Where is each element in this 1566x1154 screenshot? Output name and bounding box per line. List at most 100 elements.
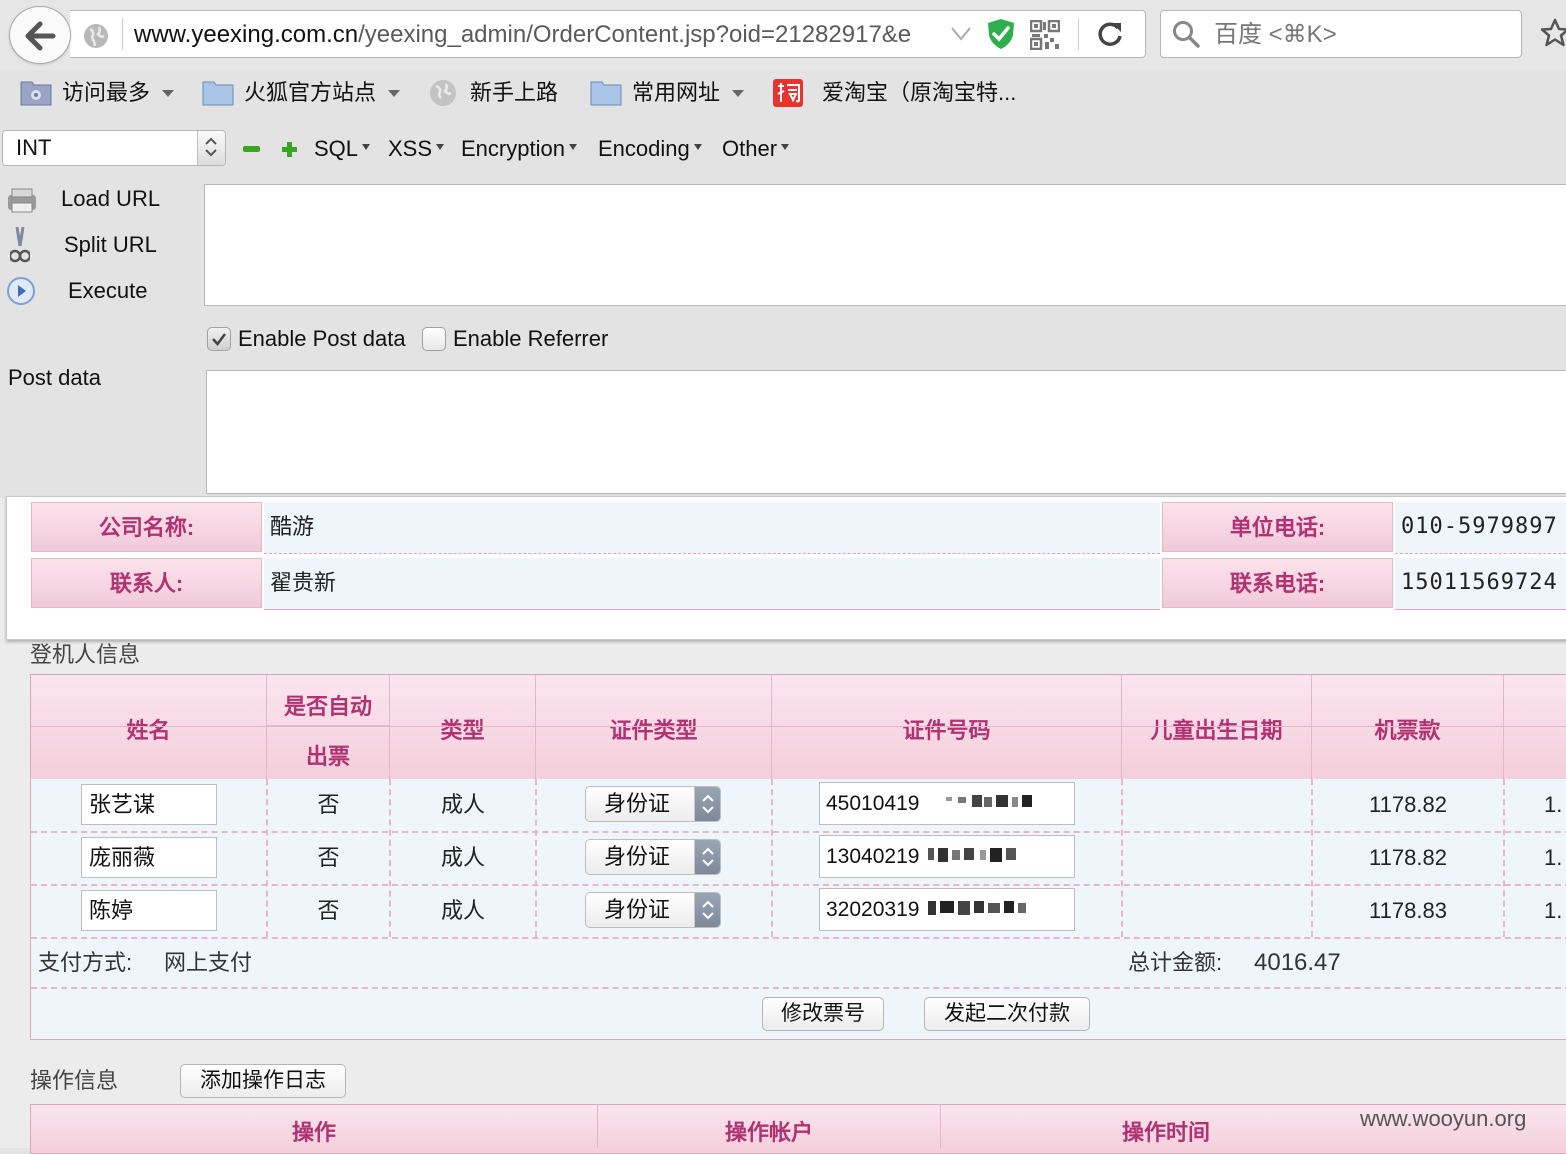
caret-down-icon: [781, 144, 790, 150]
company-phone-value: 010-5979897: [1395, 502, 1566, 554]
url-domain: www.yeexing.com.cn: [134, 21, 359, 48]
load-url-icon[interactable]: [6, 186, 38, 214]
column-divider: [535, 779, 537, 937]
header-operation: 操作: [291, 1120, 336, 1145]
menu-xss[interactable]: XSS: [388, 134, 445, 164]
caret-down-icon: [568, 144, 577, 150]
bookmark-label: 爱淘宝（原淘宝特...: [822, 80, 1017, 105]
payment-method-value: 网上支付: [164, 950, 253, 975]
auto-ticket-value: 否: [317, 792, 340, 817]
bookmark-aitaobao[interactable]: 爱淘宝（原淘宝特...: [772, 76, 1032, 110]
enable-post-label[interactable]: Enable Post data: [238, 325, 406, 353]
menu-encryption[interactable]: Encryption: [461, 134, 577, 164]
passenger-name-input[interactable]: 张艺谋: [81, 784, 217, 825]
post-data-label: Post data: [8, 365, 101, 390]
enable-referrer-label[interactable]: Enable Referrer: [453, 325, 608, 353]
header-type: 类型: [390, 675, 536, 779]
bookmark-common-sites[interactable]: 常用网址: [590, 76, 750, 110]
header-divider: [31, 726, 1566, 727]
bookmark-firefox-sites[interactable]: 火狐官方站点: [202, 76, 402, 110]
menu-encoding[interactable]: Encoding: [598, 134, 702, 164]
url-path: /yeexing_admin/OrderContent.jsp?oid=2128…: [358, 21, 912, 48]
post-data-textarea[interactable]: [206, 370, 1566, 494]
enable-post-checkbox[interactable]: [207, 327, 231, 351]
extra-value: 1.: [1544, 898, 1563, 923]
passenger-name-input[interactable]: 陈婷: [81, 890, 217, 931]
header-operation-time: 操作时间: [1121, 1120, 1210, 1145]
search-placeholder[interactable]: 百度 <⌘K>: [1214, 20, 1337, 50]
bookmark-label: 新手上路: [470, 80, 559, 105]
header-fare: 机票款: [1312, 675, 1504, 779]
bookmark-getting-started[interactable]: 新手上路: [428, 76, 568, 110]
enable-referrer-checkbox[interactable]: [422, 327, 446, 351]
id-number-input[interactable]: 13040219: [819, 835, 1075, 878]
select-stepper[interactable]: [694, 840, 720, 874]
header-id-number: 证件号码: [772, 675, 1122, 779]
chevron-down-icon: [732, 90, 744, 97]
watermark: www.wooyun.org: [1360, 1106, 1527, 1131]
fare-value: 1178.83: [1369, 898, 1447, 923]
id-number-input[interactable]: 45010419: [819, 782, 1075, 825]
second-payment-button[interactable]: 发起二次付款: [924, 997, 1090, 1031]
contact-phone-label: 联系电话:: [1162, 558, 1393, 608]
globe-icon[interactable]: [82, 22, 110, 50]
folder-icon: [202, 81, 234, 106]
redacted-pixelation: [928, 791, 1060, 815]
url-history-dropdown-icon[interactable]: [950, 26, 972, 42]
column-divider: [771, 779, 773, 937]
reload-icon[interactable]: [1096, 20, 1124, 48]
row-divider: [31, 831, 1566, 833]
row-divider: [31, 987, 1566, 989]
back-arrow-icon: [25, 21, 56, 51]
check-icon: [212, 333, 226, 346]
id-type-select[interactable]: 身份证: [585, 892, 721, 928]
passenger-name-input[interactable]: 庞丽薇: [81, 837, 217, 878]
total-amount-label: 总计金额:: [1128, 950, 1223, 975]
chevron-down-icon: [162, 90, 174, 97]
menu-sql[interactable]: SQL: [314, 134, 371, 164]
search-icon[interactable]: [1172, 20, 1200, 48]
menu-other[interactable]: Other: [722, 134, 790, 164]
bookmark-label: 常用网址: [632, 80, 721, 105]
bookmark-label: 访问最多: [62, 80, 151, 105]
chevron-up-down-icon: [702, 847, 714, 867]
split-url-button[interactable]: Split URL: [64, 230, 157, 260]
header-id-type: 证件类型: [536, 675, 772, 779]
header-child-dob: 儿童出生日期: [1122, 675, 1312, 779]
select-stepper[interactable]: [694, 893, 720, 927]
auto-ticket-value: 否: [317, 845, 340, 870]
chevron-up-down-icon: [702, 794, 714, 814]
id-type-select[interactable]: 身份证: [585, 839, 721, 875]
id-number-input[interactable]: 32020319: [819, 888, 1075, 931]
extra-value: 1.: [1544, 845, 1563, 870]
auto-ticket-value: 否: [317, 898, 340, 923]
select-stepper[interactable]: [197, 131, 225, 165]
decrement-icon[interactable]: [243, 146, 260, 152]
caret-down-icon: [436, 144, 445, 150]
fare-value: 1178.82: [1369, 792, 1447, 817]
execute-button[interactable]: Execute: [68, 276, 148, 306]
execute-play-icon[interactable]: [6, 276, 36, 306]
passenger-type-value: 成人: [440, 792, 485, 817]
id-type-select[interactable]: 身份证: [585, 786, 721, 822]
modify-ticket-button[interactable]: 修改票号: [762, 997, 884, 1031]
url-text[interactable]: www.yeexing.com.cn/yeexing_admin/OrderCo…: [134, 20, 938, 50]
bookmark-star-icon[interactable]: [1540, 18, 1566, 48]
qr-code-icon[interactable]: [1030, 20, 1060, 50]
smart-folder-icon: [20, 81, 52, 106]
company-name-label: 公司名称:: [31, 502, 262, 552]
company-phone-label: 单位电话:: [1162, 502, 1393, 552]
increment-icon[interactable]: [281, 141, 298, 158]
back-button[interactable]: [9, 6, 71, 64]
folder-icon: [590, 81, 622, 106]
split-url-scissors-icon[interactable]: [10, 226, 30, 264]
column-divider: [1121, 779, 1123, 937]
header-auto-ticket: 是否自动 出票: [267, 675, 390, 779]
bookmark-most-visited[interactable]: 访问最多: [20, 76, 180, 110]
url-textarea[interactable]: [204, 184, 1566, 306]
extra-value: 1.: [1544, 792, 1563, 817]
add-operation-log-button[interactable]: 添加操作日志: [180, 1064, 346, 1098]
load-url-button[interactable]: Load URL: [61, 184, 160, 214]
security-shield-icon[interactable]: [986, 18, 1016, 50]
select-stepper[interactable]: [694, 787, 720, 821]
